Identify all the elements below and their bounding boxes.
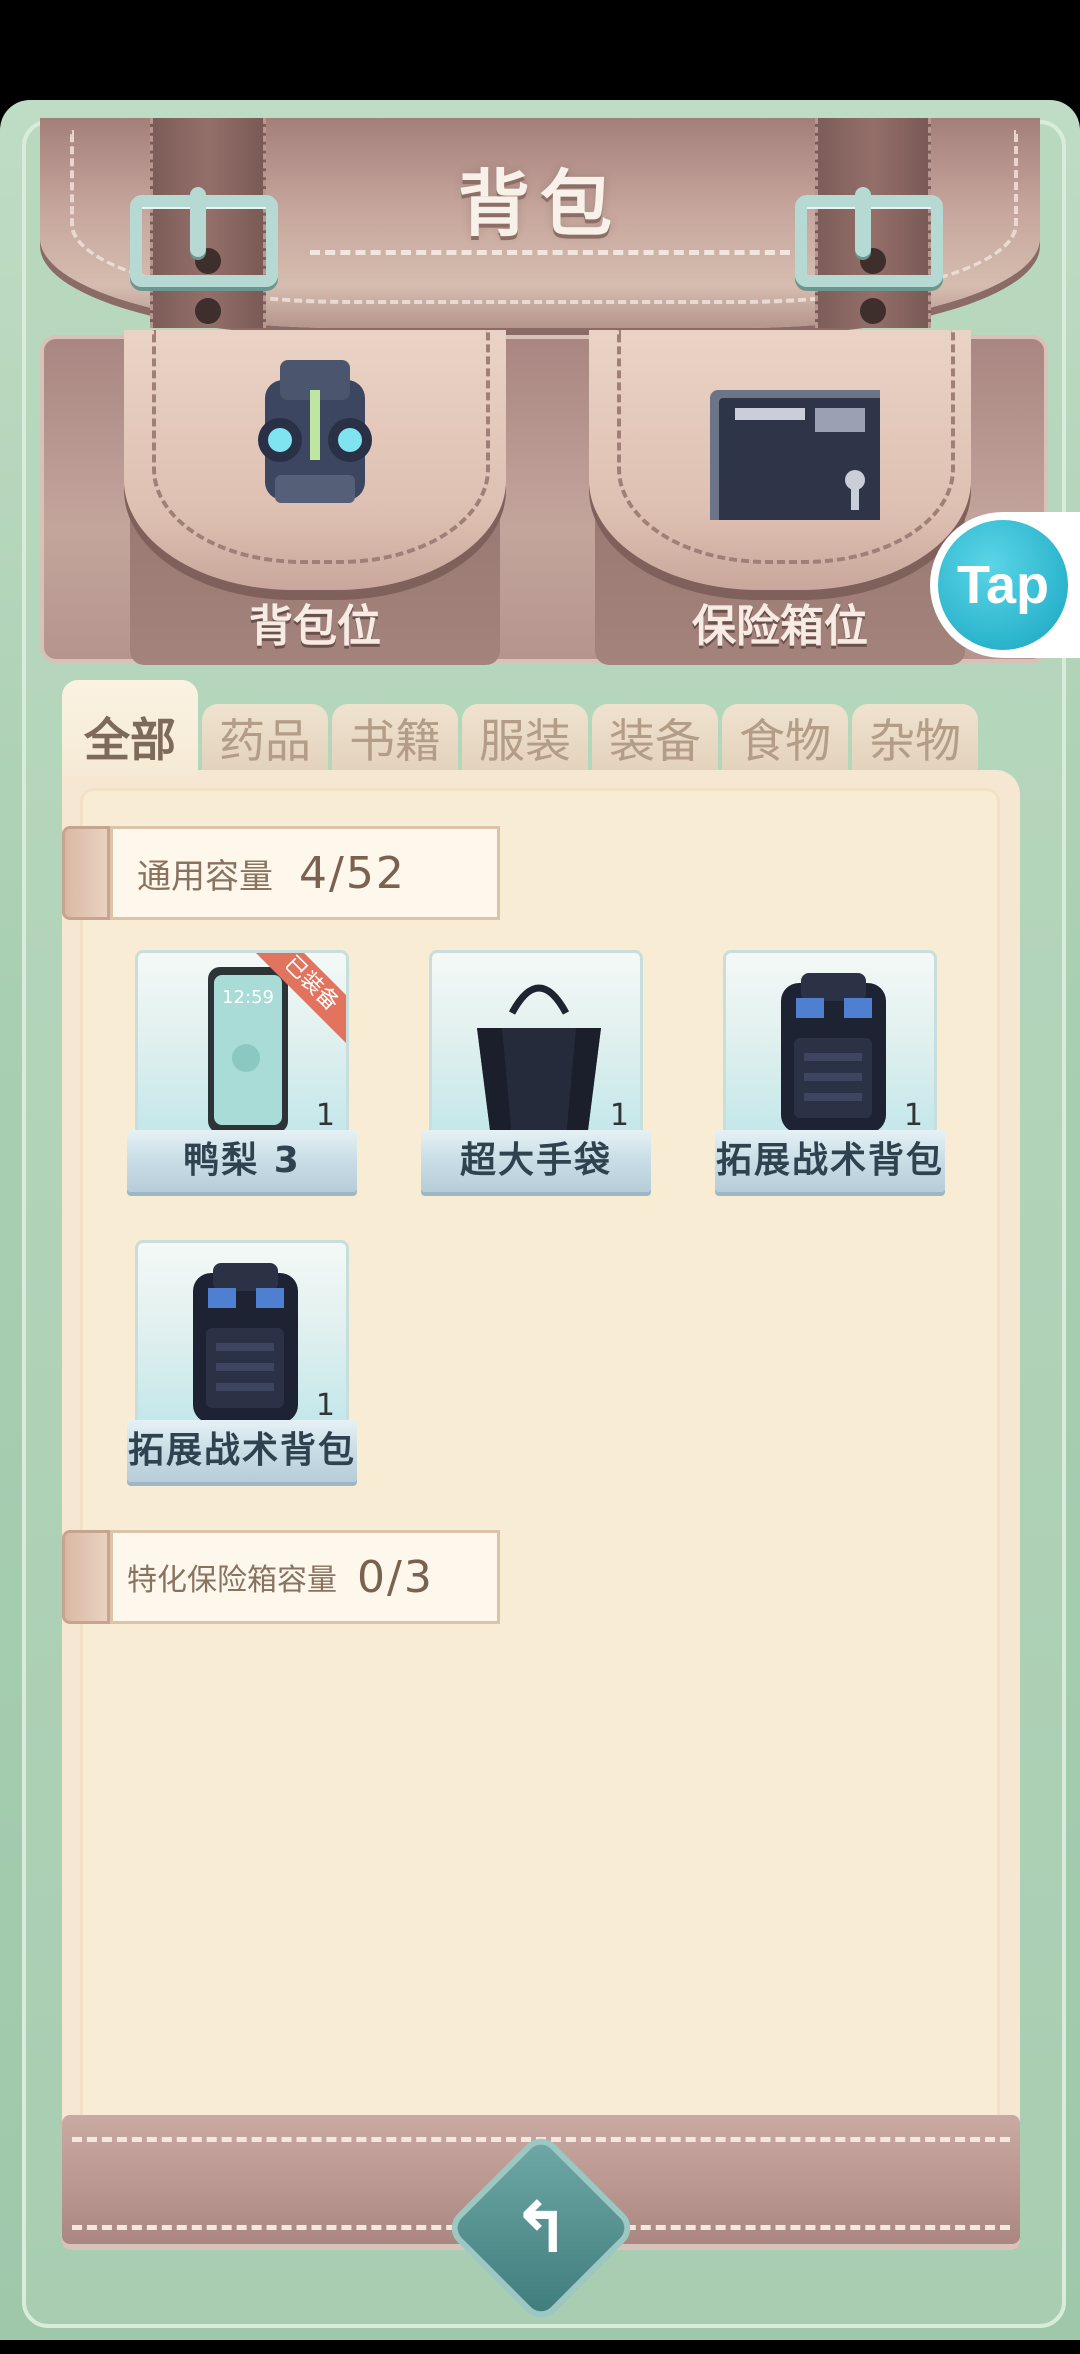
tap-floating-button[interactable]: Tap — [930, 512, 1080, 658]
capacity-card: 通用容量 4/52 — [110, 826, 500, 920]
flap-stitch-line — [310, 250, 790, 255]
back-button[interactable]: ↰ — [451, 2138, 631, 2318]
item-count: 1 — [315, 1098, 335, 1133]
category-tabs: 全部 药品 书籍 服装 装备 食物 杂物 — [62, 680, 1022, 776]
safe-capacity-value: 0/3 — [357, 1551, 434, 1603]
item-name: 拓展战术背包 — [127, 1420, 357, 1482]
left-buckle-icon — [130, 187, 278, 287]
capacity-card: 特化保险箱容量 0/3 — [110, 1530, 500, 1624]
tab-food[interactable]: 食物 — [722, 704, 848, 774]
page-title: 背包 — [457, 162, 622, 246]
backpack-slot-pocket[interactable]: 背包位 — [124, 330, 506, 665]
item-name: 超大手袋 — [421, 1130, 651, 1192]
safe-slot-pocket[interactable]: 保险箱位 — [589, 330, 971, 665]
item-slot[interactable]: 12:59 已装备 1 鸭梨 3 — [127, 950, 357, 1200]
safe-capacity-label: 特化保险箱容量 — [127, 1563, 337, 1598]
armor-vest-icon — [258, 360, 372, 503]
item-name: 鸭梨 3 — [127, 1130, 357, 1192]
item-slot[interactable]: 1 拓展战术背包 — [715, 950, 945, 1200]
strap-hole — [195, 298, 221, 324]
strap-hole — [860, 298, 886, 324]
status-bar — [0, 0, 1080, 100]
item-count: 1 — [903, 1098, 923, 1133]
tab-equipment[interactable]: 装备 — [592, 704, 718, 774]
item-name: 拓展战术背包 — [715, 1130, 945, 1192]
right-buckle-icon — [795, 187, 943, 287]
tab-books[interactable]: 书籍 — [332, 704, 458, 774]
back-arrow-icon: ↰ — [511, 2187, 571, 2269]
backpack-slot-label: 背包位 — [249, 601, 381, 652]
safe-box-icon — [710, 390, 880, 520]
item-slot[interactable]: 1 超大手袋 — [421, 950, 651, 1200]
safe-slot-label: 保险箱位 — [692, 601, 868, 652]
tab-medicine[interactable]: 药品 — [202, 704, 328, 774]
svg-text:12:59: 12:59 — [222, 987, 274, 1008]
capacity-tab-edge — [62, 1530, 110, 1624]
tab-misc[interactable]: 杂物 — [852, 704, 978, 774]
item-count: 1 — [315, 1388, 335, 1423]
bottom-stitch — [72, 2137, 1010, 2142]
capacity-tab-edge — [62, 826, 110, 920]
general-capacity-label: 通用容量 — [137, 856, 273, 897]
general-capacity-value: 4/52 — [299, 847, 406, 899]
tab-clothing[interactable]: 服装 — [462, 704, 588, 774]
item-count: 1 — [609, 1098, 629, 1133]
tab-all[interactable]: 全部 — [62, 680, 198, 776]
item-slot[interactable]: 1 拓展战术背包 — [127, 1240, 357, 1490]
tap-badge: Tap — [938, 520, 1068, 650]
